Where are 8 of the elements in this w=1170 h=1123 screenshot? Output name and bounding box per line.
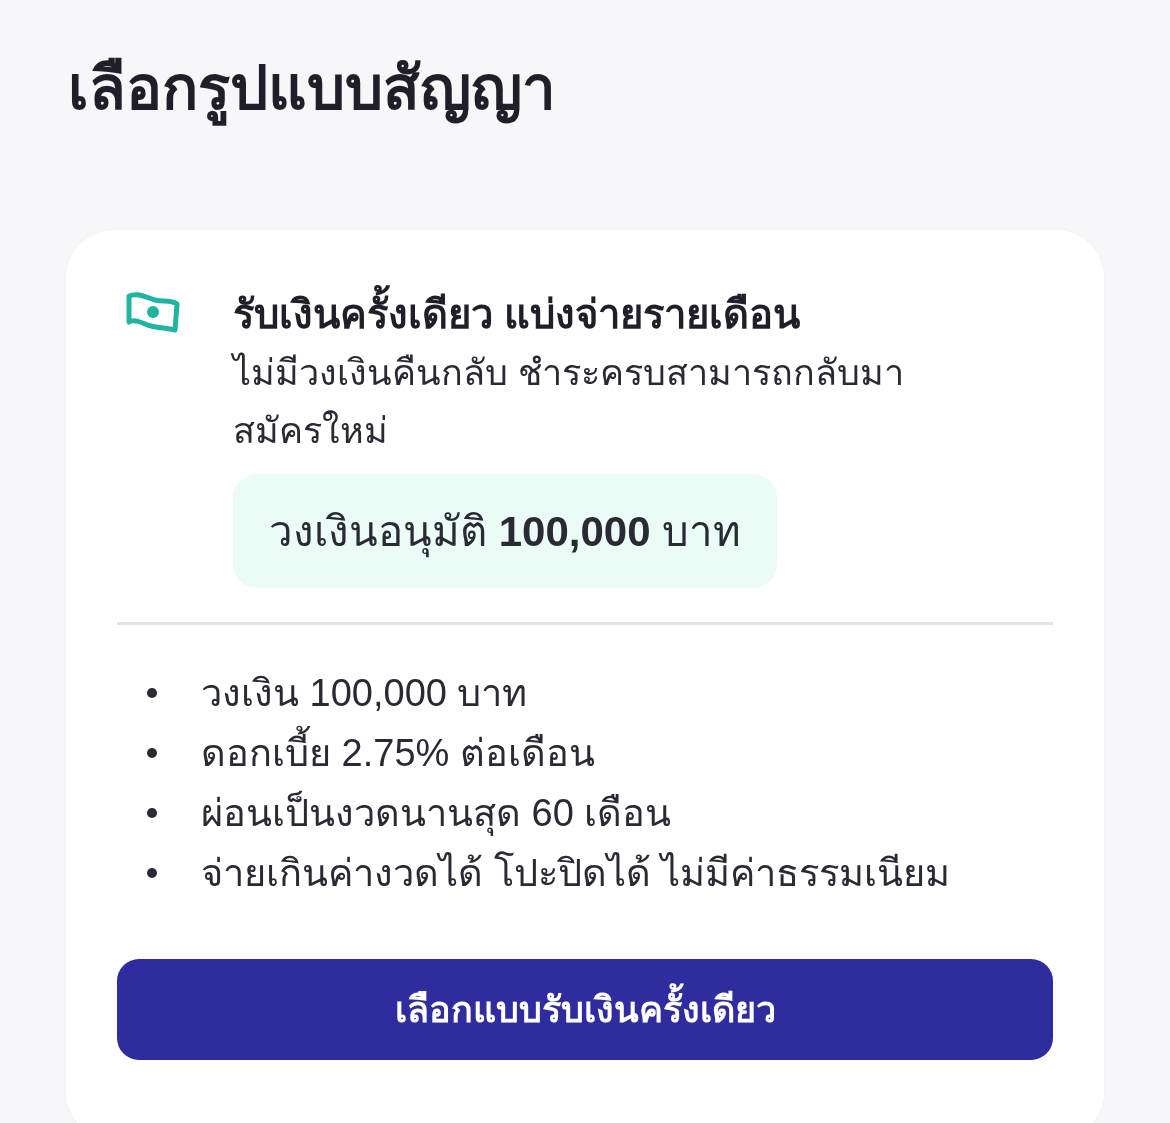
page-title: เลือกรูปแบบสัญญา: [68, 0, 556, 134]
feature-text: ดอกเบี้ย 2.75% ต่อเดือน: [201, 723, 595, 783]
feature-text: จ่ายเกินค่างวดได้ โปะปิดได้ ไม่มีค่าธรรมเนียม: [201, 850, 951, 896]
select-plan-button[interactable]: เลือกแบบรับเงินครั้งเดียว: [117, 959, 1053, 1060]
plan-title: รับเงินครั้งเดียว แบ่งจ่ายรายเดือน: [233, 286, 801, 342]
approved-limit-text: วงเงินอนุมัติ 100,000 บาท: [269, 499, 742, 563]
feature-text: ผ่อนเป็นงวดนานสุด 60 เดือน: [201, 789, 672, 838]
feature-text: วงเงิน 100,000 บาท: [201, 671, 528, 716]
